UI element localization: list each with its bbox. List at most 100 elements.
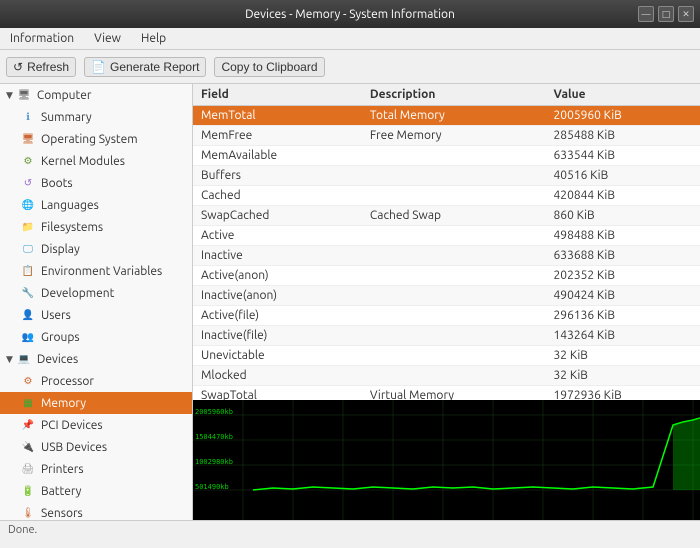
field-cell: Active(file) xyxy=(193,306,362,326)
sidebar-item-env[interactable]: 📋 Environment Variables xyxy=(0,260,192,282)
arrow-icon: ▼ xyxy=(6,354,13,365)
close-button[interactable]: ✕ xyxy=(678,6,694,22)
description-cell xyxy=(362,346,546,366)
description-cell: Cached Swap xyxy=(362,206,546,226)
usb-icon: 🔌 xyxy=(20,439,36,455)
field-cell: MemFree xyxy=(193,126,362,146)
field-cell: Active(anon) xyxy=(193,266,362,286)
field-cell: Unevictable xyxy=(193,346,362,366)
main-content: ▼ 🖥 Computer ℹ Summary 🖥 Operating Syste… xyxy=(0,84,700,520)
content-area: Field Description Value MemTotalTotal Me… xyxy=(193,84,700,520)
table-row[interactable]: MemTotalTotal Memory2005960 KiB xyxy=(193,106,700,126)
description-cell xyxy=(362,366,546,386)
table-row[interactable]: Unevictable32 KiB xyxy=(193,346,700,366)
sidebar-item-processor[interactable]: ⚙ Processor xyxy=(0,370,192,392)
sidebar-item-groups[interactable]: 👥 Groups xyxy=(0,326,192,348)
refresh-button[interactable]: ↺ Refresh xyxy=(6,57,76,77)
devices-icon: 💻 xyxy=(16,351,32,367)
memory-chart: 2005960kb 1504470kb 1002980kb 501490kb xyxy=(193,400,700,520)
sidebar-item-summary[interactable]: ℹ Summary xyxy=(0,106,192,128)
fs-icon: 📁 xyxy=(20,219,36,235)
table-row[interactable]: Buffers 40516 KiB xyxy=(193,166,700,186)
sidebar-item-users[interactable]: 👤 Users xyxy=(0,304,192,326)
value-cell: 143264 KiB xyxy=(546,326,700,346)
mem-icon: ▦ xyxy=(20,395,36,411)
field-cell: SwapTotal xyxy=(193,386,362,401)
sidebar-item-languages[interactable]: 🌐 Languages xyxy=(0,194,192,216)
table-row[interactable]: SwapCachedCached Swap860 KiB xyxy=(193,206,700,226)
field-cell: Inactive xyxy=(193,246,362,266)
sidebar-item-printers[interactable]: 🖨 Printers xyxy=(0,458,192,480)
value-cell: 202352 KiB xyxy=(546,266,700,286)
value-cell: 498488 KiB xyxy=(546,226,700,246)
sidebar-item-boots[interactable]: ↺ Boots xyxy=(0,172,192,194)
description-cell: Total Memory xyxy=(362,106,546,126)
refresh-icon: ↺ xyxy=(13,60,23,74)
kernel-icon: ⚙ xyxy=(20,153,36,169)
value-cell: 420844 KiB xyxy=(546,186,700,206)
sidebar-section-computer[interactable]: ▼ 🖥 Computer xyxy=(0,84,192,106)
print-icon: 🖨 xyxy=(20,461,36,477)
sidebar-item-battery[interactable]: 🔋 Battery xyxy=(0,480,192,502)
sidebar-item-pci[interactable]: 📌 PCI Devices xyxy=(0,414,192,436)
generate-report-button[interactable]: 📄 Generate Report xyxy=(84,57,206,77)
description-cell xyxy=(362,186,546,206)
field-cell: Cached xyxy=(193,186,362,206)
minimize-button[interactable]: — xyxy=(638,6,654,22)
arrow-icon: ▼ xyxy=(6,90,13,101)
sidebar-section-devices[interactable]: ▼ 💻 Devices xyxy=(0,348,192,370)
col-value: Value xyxy=(546,84,700,106)
os-icon: 🖥 xyxy=(20,131,36,147)
window-title: Devices - Memory - System Information xyxy=(245,8,455,21)
table-row[interactable]: Inactive(anon)490424 KiB xyxy=(193,286,700,306)
sidebar-item-development[interactable]: 🔧 Development xyxy=(0,282,192,304)
value-cell: 860 KiB xyxy=(546,206,700,226)
sidebar-item-os[interactable]: 🖥 Operating System xyxy=(0,128,192,150)
sensors-icon: 🌡 xyxy=(20,505,36,520)
table-row[interactable]: MemAvailable633544 KiB xyxy=(193,146,700,166)
field-cell: Inactive(file) xyxy=(193,326,362,346)
groups-icon: 👥 xyxy=(20,329,36,345)
table-row[interactable]: Active(file)296136 KiB xyxy=(193,306,700,326)
sidebar: ▼ 🖥 Computer ℹ Summary 🖥 Operating Syste… xyxy=(0,84,193,520)
info-icon: ℹ xyxy=(20,109,36,125)
sidebar-item-display[interactable]: 🖵 Display xyxy=(0,238,192,260)
maximize-button[interactable]: □ xyxy=(658,6,674,22)
copy-clipboard-button[interactable]: Copy to Clipboard xyxy=(214,57,324,77)
field-cell: MemAvailable xyxy=(193,146,362,166)
menu-help[interactable]: Help xyxy=(135,30,172,47)
field-cell: Active xyxy=(193,226,362,246)
description-cell xyxy=(362,326,546,346)
table-row[interactable]: Active(anon) 202352 KiB xyxy=(193,266,700,286)
description-cell xyxy=(362,286,546,306)
table-row[interactable]: SwapTotalVirtual Memory1972936 KiB xyxy=(193,386,700,401)
table-row[interactable]: Mlocked32 KiB xyxy=(193,366,700,386)
table-row[interactable]: MemFreeFree Memory285488 KiB xyxy=(193,126,700,146)
data-table: Field Description Value MemTotalTotal Me… xyxy=(193,84,700,400)
field-cell: Buffers xyxy=(193,166,362,186)
dev-icon: 🔧 xyxy=(20,285,36,301)
status-text: Done. xyxy=(8,524,37,536)
svg-text:2005960kb: 2005960kb xyxy=(195,408,233,416)
description-cell xyxy=(362,266,546,286)
menu-view[interactable]: View xyxy=(88,30,127,47)
sidebar-item-kernel[interactable]: ⚙ Kernel Modules xyxy=(0,150,192,172)
sidebar-item-memory[interactable]: ▦ Memory xyxy=(0,392,192,414)
menu-information[interactable]: Information xyxy=(4,30,80,47)
memory-table: Field Description Value MemTotalTotal Me… xyxy=(193,84,700,400)
lang-icon: 🌐 xyxy=(20,197,36,213)
value-cell: 285488 KiB xyxy=(546,126,700,146)
table-row[interactable]: Active 498488 KiB xyxy=(193,226,700,246)
sidebar-item-usb[interactable]: 🔌 USB Devices xyxy=(0,436,192,458)
table-row[interactable]: Cached 420844 KiB xyxy=(193,186,700,206)
svg-text:501490kb: 501490kb xyxy=(195,483,229,491)
value-cell: 40516 KiB xyxy=(546,166,700,186)
sidebar-item-sensors[interactable]: 🌡 Sensors xyxy=(0,502,192,520)
sidebar-item-filesystems[interactable]: 📁 Filesystems xyxy=(0,216,192,238)
value-cell: 2005960 KiB xyxy=(546,106,700,126)
battery-icon: 🔋 xyxy=(20,483,36,499)
display-icon: 🖵 xyxy=(20,241,36,257)
table-row[interactable]: Inactive(file) 143264 KiB xyxy=(193,326,700,346)
table-row[interactable]: Inactive633688 KiB xyxy=(193,246,700,266)
value-cell: 32 KiB xyxy=(546,366,700,386)
